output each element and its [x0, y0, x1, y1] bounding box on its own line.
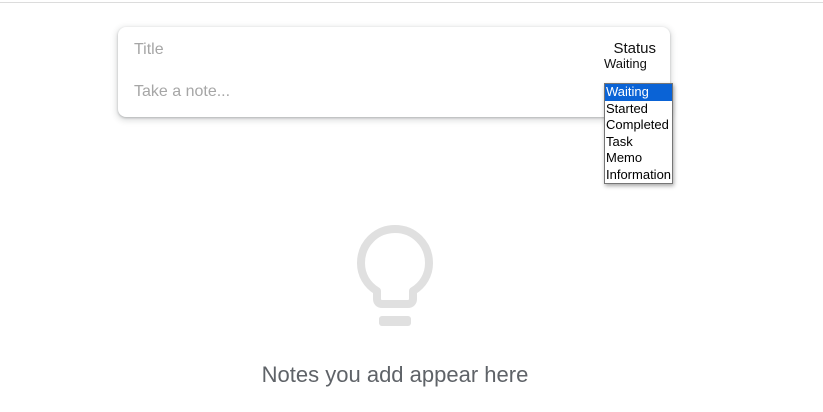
note-input[interactable]: [134, 81, 554, 103]
status-label: Status: [613, 40, 656, 57]
title-input[interactable]: [134, 39, 554, 61]
status-option-waiting[interactable]: Waiting: [605, 84, 672, 101]
status-option-task[interactable]: Task: [605, 134, 672, 151]
status-option-completed[interactable]: Completed: [605, 117, 672, 134]
status-option-memo[interactable]: Memo: [605, 150, 672, 167]
status-dropdown-list[interactable]: Waiting Started Completed Task Memo Info…: [604, 83, 673, 184]
lightbulb-icon: [357, 225, 433, 326]
status-option-started[interactable]: Started: [605, 101, 672, 118]
top-divider: [0, 2, 823, 3]
note-composer-card: Status Waiting: [118, 27, 670, 117]
empty-state-message: Notes you add appear here: [261, 362, 529, 387]
status-option-information[interactable]: Information: [605, 167, 672, 184]
status-select[interactable]: Waiting: [604, 56, 647, 71]
